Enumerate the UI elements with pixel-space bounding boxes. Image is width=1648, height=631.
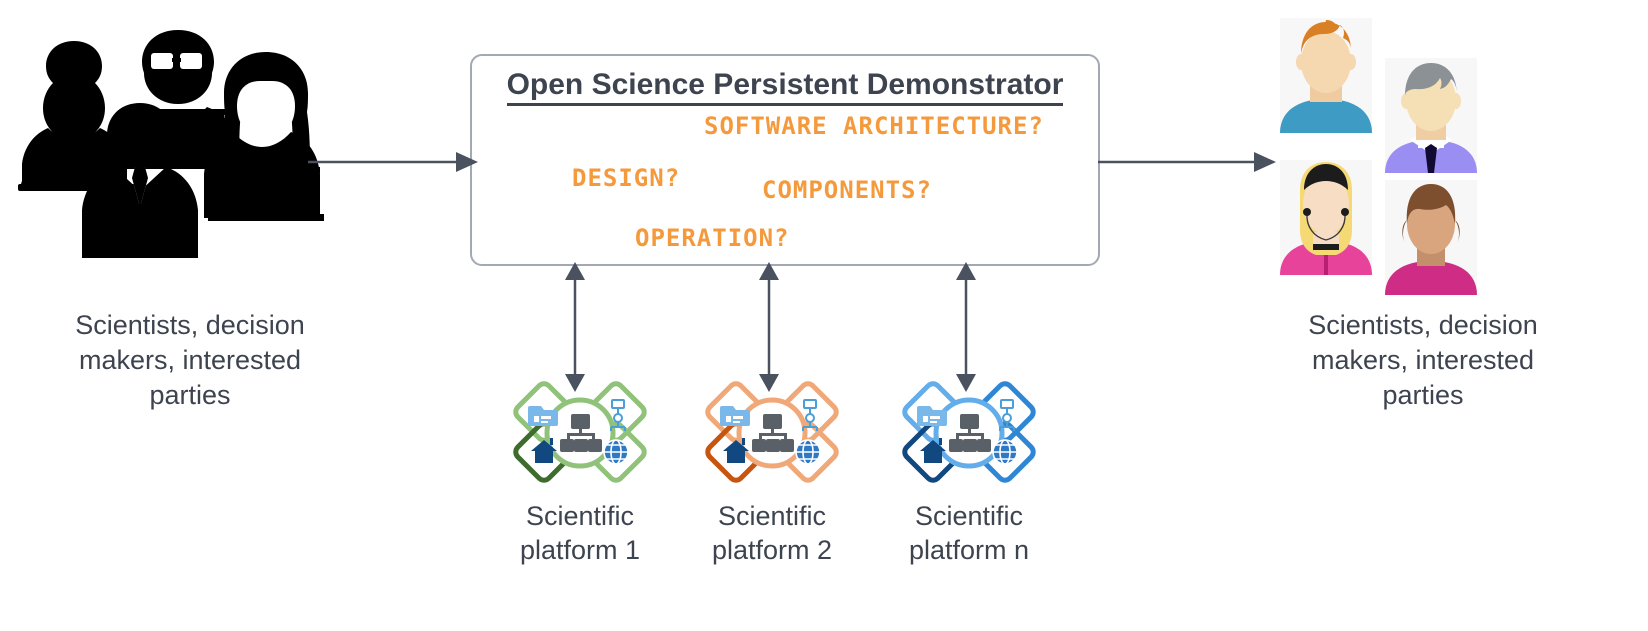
avatar-brown-hair-woman xyxy=(1385,180,1477,295)
question-operation: OPERATION? xyxy=(635,224,790,252)
workflow-icon xyxy=(802,399,818,431)
arrow-box-to-right xyxy=(1098,152,1276,172)
avatar-gray-hair-man xyxy=(1385,58,1477,173)
folder-icon xyxy=(720,406,750,426)
platform-2[interactable]: Scientific platform 2 xyxy=(692,378,852,567)
avatar-blonde-woman xyxy=(1280,160,1372,275)
platform-n-icon[interactable] xyxy=(889,378,1049,488)
platform-n-label: Scientific platform n xyxy=(908,501,1030,565)
platform-2-icon[interactable] xyxy=(692,378,852,488)
globe-icon xyxy=(795,439,821,465)
right-people-group xyxy=(1280,18,1510,303)
right-group-caption: Scientists, decision makers, interested … xyxy=(1308,310,1538,410)
platform-1[interactable]: Scientific platform 1 xyxy=(500,378,660,567)
folder-icon xyxy=(917,406,947,426)
arrow-box-platform-n xyxy=(956,262,976,392)
platform-1-icon[interactable] xyxy=(500,378,660,488)
left-group-caption: Scientists, decision makers, interested … xyxy=(75,310,305,410)
workflow-icon xyxy=(999,399,1015,431)
question-software-architecture: SOFTWARE ARCHITECTURE? xyxy=(704,112,1044,140)
platform-2-label: Scientific platform 2 xyxy=(711,501,833,565)
arrow-left-to-box xyxy=(308,152,478,172)
platform-n[interactable]: Scientific platform n xyxy=(889,378,1049,567)
platform-1-label: Scientific platform 1 xyxy=(519,501,641,565)
osp-title-text: Open Science Persistent Demonstrator xyxy=(506,68,1064,106)
arrow-box-platform-1 xyxy=(565,262,585,392)
globe-icon xyxy=(992,439,1018,465)
question-design: DESIGN? xyxy=(572,164,681,192)
left-people-group xyxy=(8,12,328,292)
arrow-box-platform-2 xyxy=(759,262,779,392)
avatar-orange-hair-man xyxy=(1280,18,1372,133)
page-title: Open Science Persistent Demonstrator xyxy=(472,68,1098,106)
folder-icon xyxy=(528,406,558,426)
question-components: COMPONENTS? xyxy=(762,176,932,204)
workflow-icon xyxy=(610,399,626,431)
globe-icon xyxy=(603,439,629,465)
open-science-demonstrator-box: Open Science Persistent Demonstrator SOF… xyxy=(470,54,1100,266)
diagram-canvas: Scientists, decision makers, interested … xyxy=(0,0,1648,631)
